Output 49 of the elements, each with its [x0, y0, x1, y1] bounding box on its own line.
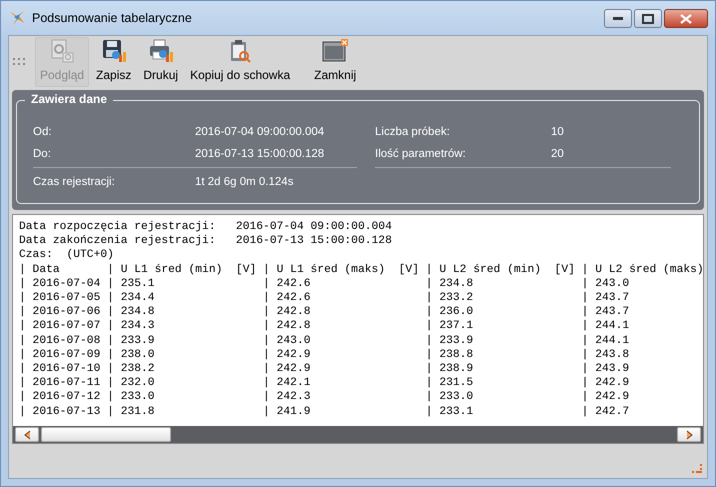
left-arrow-icon	[24, 430, 30, 440]
report-line: | 2016-07-07 | 234.3 | 242.8 | 237.1 | 244.1	[19, 319, 630, 334]
toolbar-button[interactable]: Drukuj	[138, 37, 184, 87]
report-line: Czas: (UTC+0)	[19, 248, 115, 263]
field-value: 1t 2d 6g 0m 0.124s	[195, 176, 294, 188]
report-line: | 2016-07-12 | 233.0 | 242.3 | 233.0 | 242.9	[19, 390, 630, 405]
horizontal-scrollbar[interactable]	[12, 426, 704, 444]
report-line: | 2016-07-09 | 238.0 | 242.9 | 238.8 | 243.8	[19, 348, 630, 362]
report-line: | Data | U L1 śred (min) [V] | U L1 śred (maks) [V] | U L2 śred (min) [V] | U L2 śred (maks)	[19, 262, 703, 277]
minimize-icon	[613, 16, 623, 20]
scroll-left-button[interactable]	[15, 427, 39, 442]
printer-icon	[148, 38, 174, 64]
scroll-right-button[interactable]	[677, 427, 701, 442]
toolbar-button[interactable]: Zamknij	[309, 37, 362, 87]
field-value: 2016-07-13 15:00:00.128	[195, 148, 324, 160]
right-arrow-icon	[686, 430, 692, 440]
minimize-button[interactable]	[604, 9, 632, 28]
maximize-button[interactable]	[634, 9, 662, 28]
report-line: | 2016-07-08 | 233.9 | 243.0 | 233.9 | 244.1	[19, 334, 630, 348]
toolbar-button[interactable]: Kopiuj do schowka	[185, 37, 296, 87]
field-label: Ilość parametrów:	[375, 148, 466, 160]
close-icon	[680, 14, 692, 24]
field-label: Czas rejestracji:	[33, 176, 115, 188]
field-value: 2016-07-04 09:00:00.004	[195, 126, 324, 138]
toolbar-grip-icon[interactable]	[13, 57, 27, 67]
report-line: | 2016-07-05 | 234.4 | 242.6 | 233.2 | 243.7	[19, 291, 630, 306]
report-line: | 2016-07-04 | 235.1 | 242.6 | 234.8 | 243.0	[19, 276, 630, 292]
close-button[interactable]	[664, 9, 708, 28]
app-logo-icon	[8, 9, 26, 27]
floppy-disk-icon	[100, 38, 127, 64]
field-value: 10	[551, 126, 564, 138]
maximize-icon	[642, 14, 654, 24]
window-close-icon	[321, 38, 350, 64]
resize-grip-icon[interactable]	[691, 462, 703, 474]
window-title: Podsumowanie tabelaryczne	[32, 11, 193, 25]
toolbar-button[interactable]: Zapisz	[91, 37, 136, 87]
report-line: | 2016-07-06 | 234.8 | 242.8 | 236.0 | 243.7	[19, 305, 630, 320]
report-line: | 2016-07-13 | 231.8 | 241.9 | 233.1 | 242.7	[19, 404, 630, 419]
field-value: 20	[551, 148, 564, 160]
field-label: Do:	[33, 148, 51, 160]
report-line: Data zakończenia rejestracji: 2016-07-13 15:00:00.128	[19, 234, 393, 248]
scroll-thumb[interactable]	[41, 427, 171, 442]
document-magnifier-icon	[49, 38, 76, 64]
group-title: Zawiera dane	[25, 92, 114, 106]
report-line: | 2016-07-11 | 232.0 | 242.1 | 231.5 | 242.9	[19, 376, 630, 390]
report-line: Data rozpoczęcia rejestracji: 2016-07-04 09:00:00.004	[19, 220, 393, 234]
report-line: | 2016-07-10 | 238.2 | 242.9 | 238.9 | 243.9	[19, 362, 630, 376]
field-label: Liczba próbek:	[375, 126, 450, 138]
field-label: Od:	[33, 126, 52, 138]
